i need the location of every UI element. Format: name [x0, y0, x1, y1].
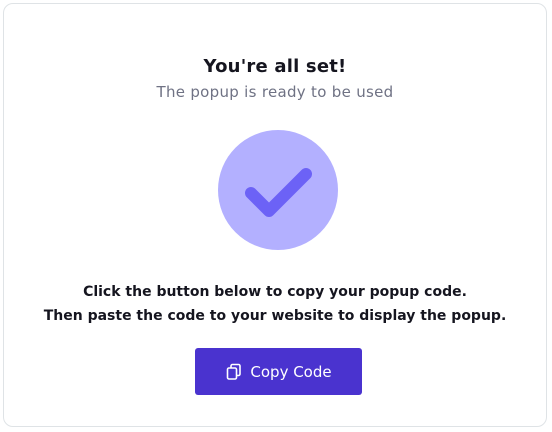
checkmark-icon [245, 168, 312, 217]
copy-icon [225, 363, 243, 381]
success-title: You're all set! [203, 56, 347, 77]
copy-code-label: Copy Code [250, 362, 332, 381]
success-badge [218, 130, 338, 250]
instruction-line-1: Click the button below to copy your popu… [83, 284, 467, 300]
copy-code-button[interactable]: Copy Code [195, 348, 362, 395]
instruction-line-2: Then paste the code to your website to d… [43, 308, 507, 324]
success-card: You're all set! The popup is ready to be… [3, 3, 547, 427]
instructions: Click the button below to copy your popu… [4, 280, 546, 328]
success-subtitle: The popup is ready to be used [156, 83, 394, 101]
